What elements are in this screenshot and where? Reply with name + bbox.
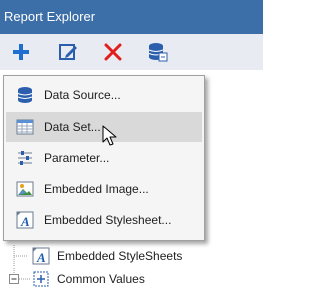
menu-item-label: Data Set...	[44, 120, 101, 134]
menu-item-parameter[interactable]: Parameter...	[6, 143, 202, 173]
tree-item-common-values[interactable]: Common Values	[0, 268, 263, 290]
menu-item-label: Embedded Stylesheet...	[44, 213, 172, 227]
menu-item-embedded-stylesheet[interactable]: A Embedded Stylesheet...	[6, 205, 202, 235]
menu-item-data-source[interactable]: Data Source...	[6, 80, 202, 110]
mouse-pointer-icon	[102, 125, 117, 146]
svg-text:A: A	[20, 214, 30, 229]
add-button[interactable]	[8, 39, 34, 65]
dataset-table-icon	[16, 119, 34, 135]
add-context-menu: Data Source... Data Set... Parameter... …	[3, 75, 205, 241]
plus-icon	[13, 44, 29, 60]
menu-item-label: Embedded Image...	[44, 182, 149, 196]
common-values-icon	[33, 271, 49, 287]
stylesheet-icon: A	[16, 211, 34, 229]
toolbar	[0, 34, 263, 70]
collapse-expander-icon[interactable]	[9, 274, 20, 285]
edit-button[interactable]	[55, 39, 81, 65]
delete-x-icon	[104, 43, 122, 61]
svg-text:A: A	[36, 250, 46, 265]
database-icon	[148, 43, 168, 62]
edit-icon	[59, 44, 77, 60]
tree-item-label: Embedded StyleSheets	[57, 249, 183, 263]
database-icon	[17, 87, 33, 103]
stylesheet-icon: A	[32, 247, 50, 265]
tree-item-label: Common Values	[57, 272, 145, 286]
menu-item-label: Parameter...	[44, 151, 110, 165]
menu-item-embedded-image[interactable]: Embedded Image...	[6, 174, 202, 204]
menu-item-label: Data Source...	[44, 88, 121, 102]
tree-item-embedded-stylesheets[interactable]: A Embedded StyleSheets	[0, 245, 263, 267]
delete-button[interactable]	[100, 39, 126, 65]
parameter-icon	[18, 151, 32, 165]
window-title: Report Explorer	[0, 0, 263, 34]
image-icon	[16, 181, 34, 197]
tree-connector	[13, 245, 28, 267]
data-source-button[interactable]	[145, 39, 171, 65]
